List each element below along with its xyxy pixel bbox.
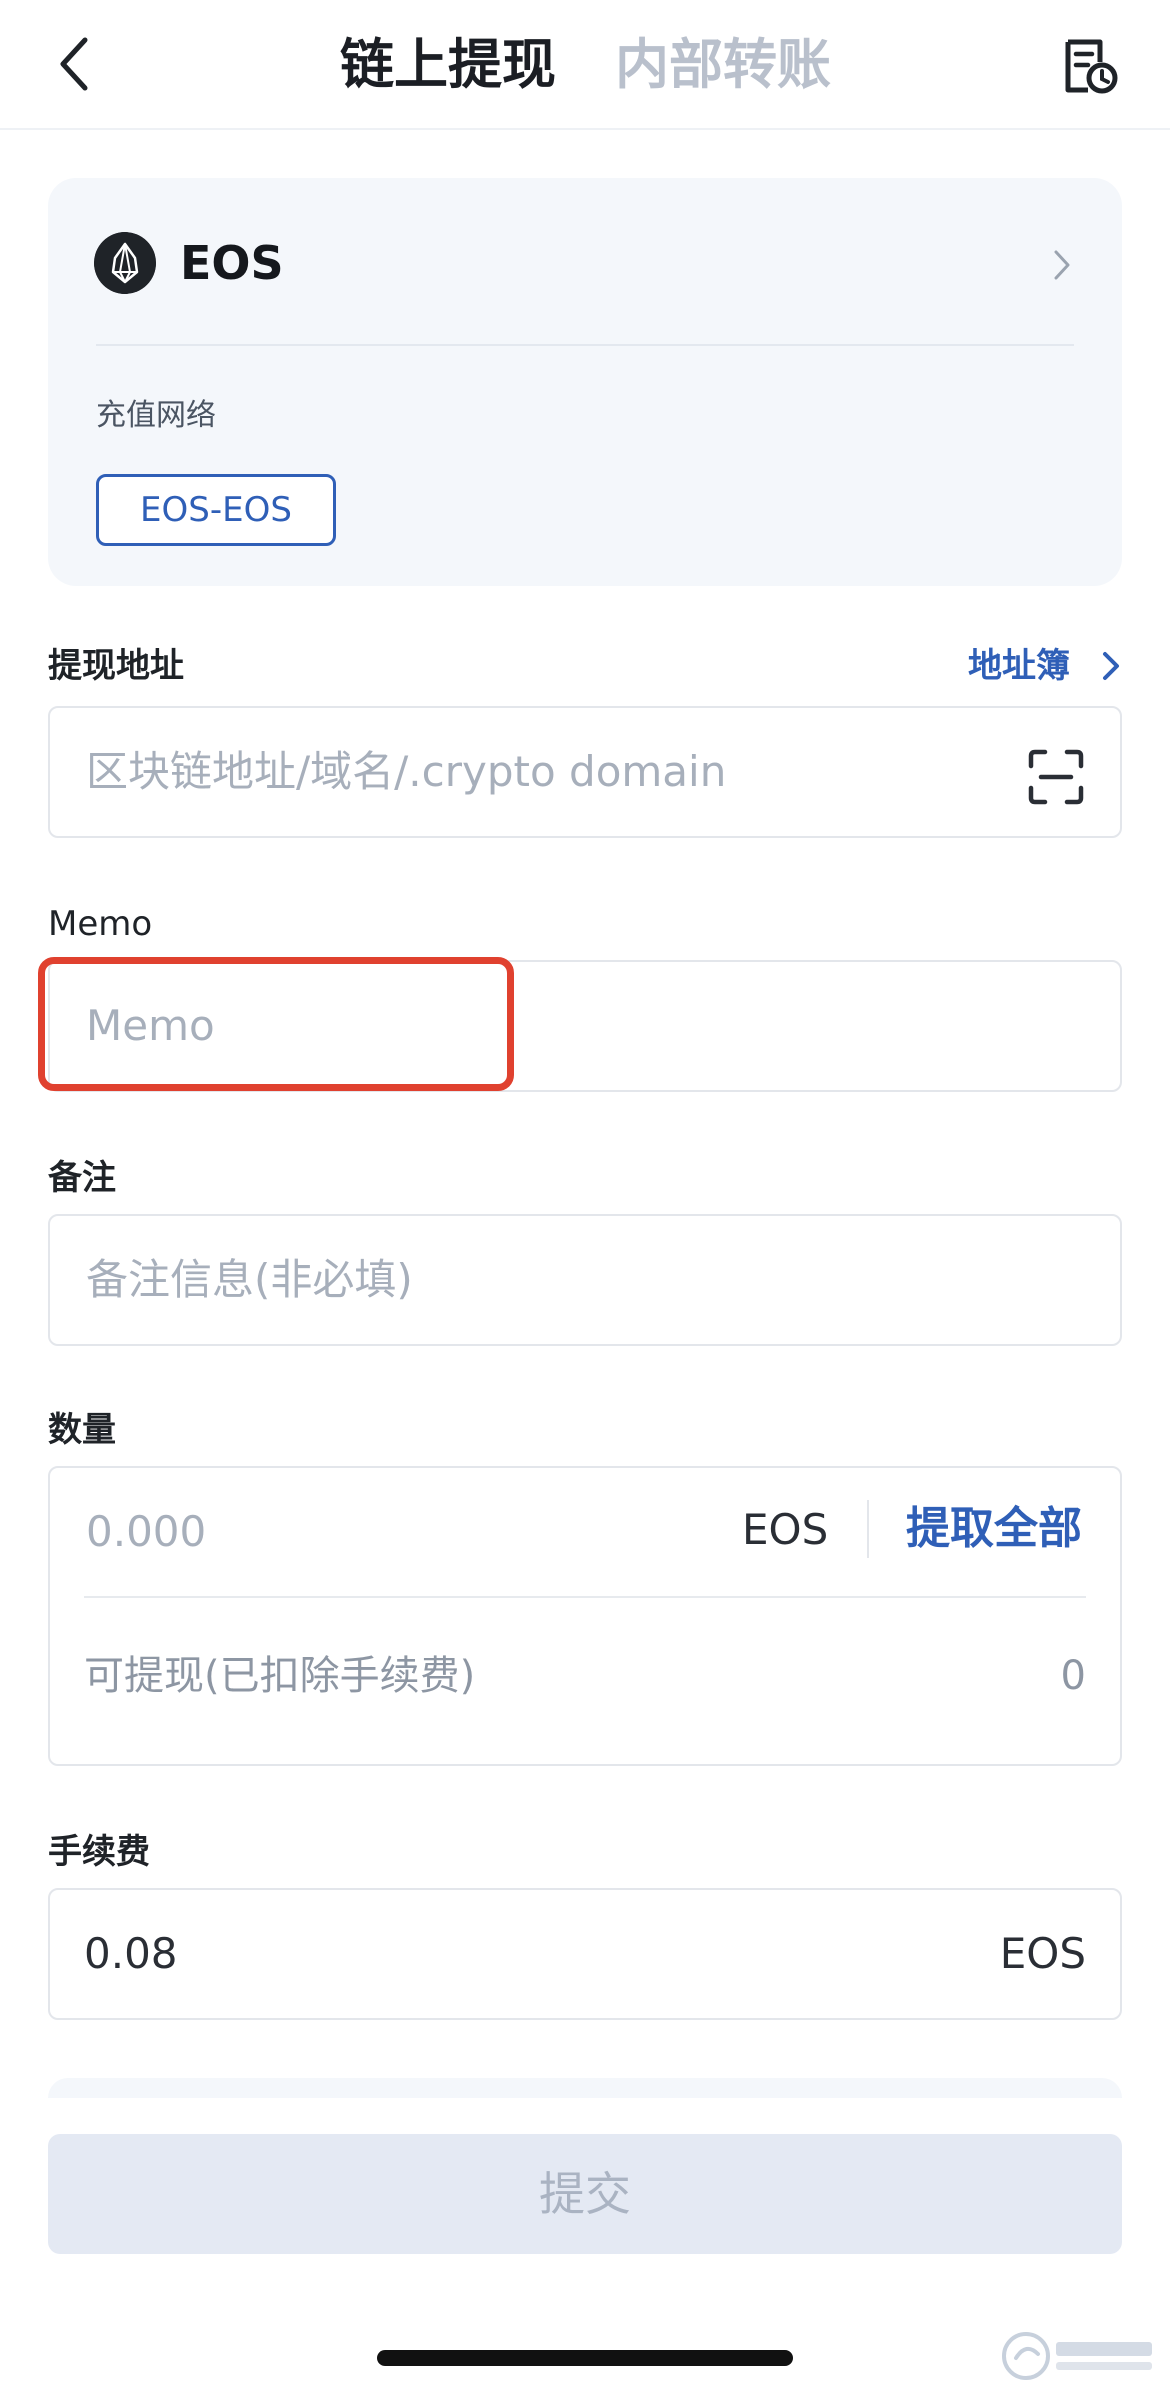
network-option-eos[interactable]: EOS-EOS [96, 474, 336, 546]
network-label: 充值网络 [96, 398, 216, 433]
amount-divider [84, 1596, 1086, 1598]
history-record-icon[interactable] [1060, 36, 1120, 96]
address-book-link[interactable]: 地址簿 [968, 644, 1070, 688]
tab-internal-transfer[interactable]: 内部转账 [615, 30, 831, 100]
remark-label: 备注 [48, 1158, 116, 1198]
address-input[interactable]: 区块链地址/域名/.crypto domain [48, 706, 1122, 838]
scan-qr-icon[interactable] [1027, 748, 1085, 806]
chevron-right-icon[interactable] [1102, 651, 1120, 681]
remark-input[interactable]: 备注信息(非必填) [48, 1214, 1122, 1346]
withdraw-all-button[interactable]: 提取全部 [906, 1500, 1082, 1558]
home-indicator [377, 2350, 793, 2366]
coin-card-divider [96, 344, 1074, 346]
remark-placeholder: 备注信息(非必填) [86, 1255, 413, 1304]
coin-name: EOS [180, 236, 284, 290]
chevron-right-icon[interactable] [1052, 248, 1072, 282]
fee-label: 手续费 [48, 1832, 150, 1872]
memo-highlight-box [38, 957, 514, 1091]
amount-separator [867, 1500, 869, 1558]
address-placeholder: 区块链地址/域名/.crypto domain [86, 747, 727, 796]
address-label: 提现地址 [48, 646, 184, 686]
available-label: 可提现(已扣除手续费) [84, 1653, 476, 1699]
fee-unit: EOS [999, 1929, 1086, 1978]
available-value: 0 [1060, 1653, 1086, 1699]
memo-label: Memo [48, 904, 153, 944]
amount-label: 数量 [48, 1410, 116, 1450]
amount-unit: EOS [742, 1505, 829, 1554]
fee-field [48, 1888, 1122, 2020]
tab-onchain-withdraw[interactable]: 链上提现 [340, 30, 556, 100]
top-nav-bar [0, 0, 1170, 130]
amount-placeholder: 0.000 [86, 1507, 207, 1556]
submit-button[interactable]: 提交 [48, 2134, 1122, 2254]
watermark-logo-icon [1002, 2332, 1152, 2380]
back-arrow-icon[interactable] [55, 34, 95, 94]
info-card-peek [48, 2078, 1122, 2098]
fee-value: 0.08 [84, 1929, 178, 1978]
eos-coin-icon [94, 232, 156, 294]
